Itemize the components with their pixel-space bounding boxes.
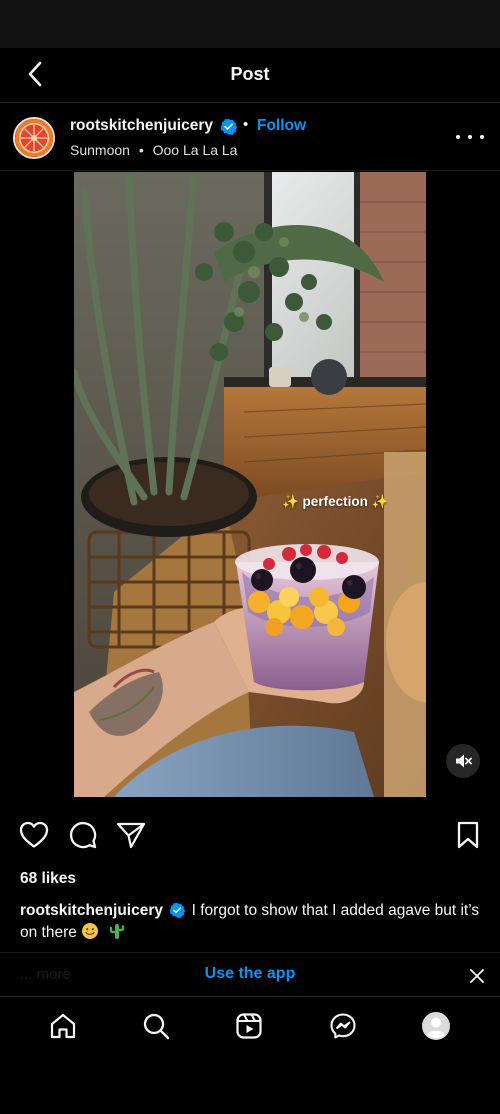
home-icon bbox=[50, 1013, 76, 1039]
avatar[interactable] bbox=[13, 117, 55, 159]
video-overlay-text: ✨ perfection ✨ bbox=[282, 494, 389, 509]
more-dot-icon bbox=[456, 135, 460, 139]
grapefruit-logo-icon bbox=[15, 119, 53, 157]
follow-button[interactable]: Follow bbox=[257, 117, 306, 135]
page-title: Post bbox=[230, 64, 270, 84]
caption-username[interactable]: rootskitchenjuicery bbox=[20, 902, 163, 919]
video-frame bbox=[74, 172, 426, 797]
audio-track: Ooo La La La bbox=[152, 142, 238, 158]
mute-toggle-button[interactable] bbox=[446, 744, 480, 778]
comment-button[interactable] bbox=[67, 819, 99, 851]
nav-profile[interactable] bbox=[419, 1009, 453, 1043]
more-options-button[interactable] bbox=[456, 127, 484, 147]
smiling-face-emoji bbox=[82, 923, 99, 939]
verified-badge-icon bbox=[220, 118, 237, 135]
bookmark-icon bbox=[457, 821, 479, 849]
bottom-navigation bbox=[0, 996, 500, 1056]
post-header: rootskitchenjuicery • Follow Sunmoon • O… bbox=[0, 103, 500, 171]
more-dot-icon bbox=[480, 135, 484, 139]
post-username[interactable]: rootskitchenjuicery bbox=[70, 117, 213, 135]
post-actions bbox=[0, 815, 500, 855]
cactus-emoji bbox=[109, 924, 124, 939]
verified-badge-icon bbox=[169, 902, 186, 918]
audio-separator: • bbox=[138, 142, 144, 158]
status-bar bbox=[0, 0, 500, 48]
like-button[interactable] bbox=[18, 819, 50, 851]
save-button[interactable] bbox=[452, 819, 484, 851]
header-separator: • bbox=[243, 116, 249, 133]
audio-artist: Sunmoon bbox=[70, 142, 130, 158]
nav-search[interactable] bbox=[139, 1009, 173, 1043]
top-bar: Post bbox=[0, 48, 500, 103]
reels-icon bbox=[236, 1013, 262, 1039]
speaker-muted-icon bbox=[456, 754, 472, 768]
share-button[interactable] bbox=[115, 819, 147, 851]
more-dot-icon bbox=[468, 135, 472, 139]
post-video[interactable]: ✨ perfection ✨ bbox=[74, 172, 426, 797]
nav-home[interactable] bbox=[46, 1009, 80, 1043]
audio-attribution[interactable]: Sunmoon • Ooo La La La bbox=[70, 142, 237, 158]
heart-icon bbox=[19, 821, 49, 848]
use-app-banner: Use the app bbox=[0, 952, 500, 996]
search-icon bbox=[143, 1013, 170, 1040]
banner-close-button[interactable] bbox=[466, 965, 488, 987]
messenger-icon bbox=[330, 1013, 356, 1039]
comment-icon bbox=[69, 821, 97, 849]
bottom-safe-area bbox=[0, 1056, 500, 1114]
profile-icon bbox=[422, 1012, 450, 1040]
nav-messenger[interactable] bbox=[326, 1009, 360, 1043]
paper-plane-icon bbox=[116, 822, 146, 849]
likes-count[interactable]: 68 likes bbox=[20, 870, 76, 888]
close-icon bbox=[470, 969, 484, 983]
nav-reels[interactable] bbox=[232, 1009, 266, 1043]
use-the-app-link[interactable]: Use the app bbox=[0, 965, 500, 983]
post-caption: rootskitchenjuicery I forgot to show tha… bbox=[20, 900, 480, 944]
